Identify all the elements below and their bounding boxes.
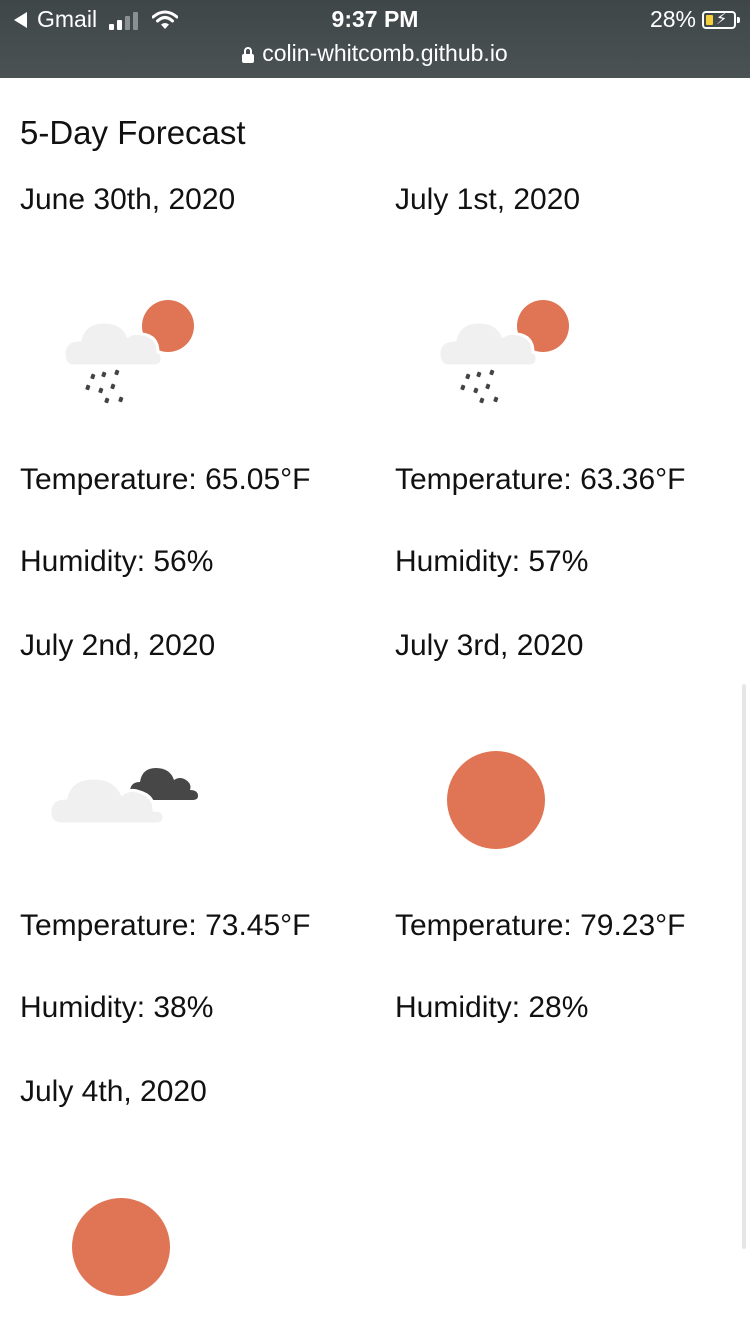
battery-status: 28% ⚡ bbox=[649, 6, 740, 33]
forecast-humidity: Humidity: 38% bbox=[20, 991, 214, 1024]
address-bar[interactable]: colin-whitcomb.github.io bbox=[0, 40, 750, 67]
lock-icon bbox=[242, 46, 255, 63]
forecast-date: July 4th, 2020 bbox=[20, 1075, 207, 1108]
forecast-date: June 30th, 2020 bbox=[20, 183, 236, 216]
url-text: colin-whitcomb.github.io bbox=[262, 40, 508, 66]
battery-fill bbox=[706, 14, 713, 25]
forecast-humidity: Humidity: 57% bbox=[395, 545, 589, 578]
forecast-temperature: Temperature: 65.05°F bbox=[20, 463, 311, 496]
forecast-card: July 1st, 2020 Temperature: 63.36°F Humi… bbox=[395, 183, 750, 623]
forecast-temperature: Temperature: 63.36°F bbox=[395, 463, 686, 496]
sun-icon bbox=[447, 751, 545, 849]
status-bar: Gmail 9:37 PM 28% ⚡ colin-whitcomb.githu… bbox=[0, 0, 750, 78]
forecast-humidity: Humidity: 28% bbox=[395, 991, 589, 1024]
forecast-temperature: Temperature: 79.23°F bbox=[395, 909, 686, 942]
page-title: 5-Day Forecast bbox=[20, 114, 246, 151]
forecast-card: July 3rd, 2020 Temperature: 79.23°F Humi… bbox=[395, 629, 750, 1069]
page-content: 5-Day Forecast June 30th, 2020 Temperatu… bbox=[0, 78, 750, 1334]
forecast-humidity: Humidity: 56% bbox=[20, 545, 214, 578]
forecast-card: July 2nd, 2020 Temperature: 73.45°F Humi… bbox=[20, 629, 380, 1069]
clock: 9:37 PM bbox=[331, 6, 419, 32]
forecast-date: July 3rd, 2020 bbox=[395, 629, 584, 662]
sun-icon bbox=[72, 1198, 170, 1296]
charging-bolt-icon: ⚡ bbox=[716, 10, 728, 28]
cloud-sun-rain-icon bbox=[437, 300, 569, 404]
scroll-indicator[interactable] bbox=[742, 684, 746, 1249]
forecast-date: July 1st, 2020 bbox=[395, 183, 581, 216]
forecast-card: June 30th, 2020 Temperature: 65.05°F Hum… bbox=[20, 183, 380, 623]
cloudy-icon bbox=[48, 768, 198, 826]
battery-percent: 28% bbox=[649, 6, 696, 32]
cloud-sun-rain-icon bbox=[62, 300, 194, 404]
forecast-date: July 2nd, 2020 bbox=[20, 629, 216, 662]
forecast-temperature: Temperature: 73.45°F bbox=[20, 909, 311, 942]
forecast-card: July 4th, 2020 bbox=[20, 1075, 380, 1334]
battery-icon: ⚡ bbox=[702, 10, 740, 29]
